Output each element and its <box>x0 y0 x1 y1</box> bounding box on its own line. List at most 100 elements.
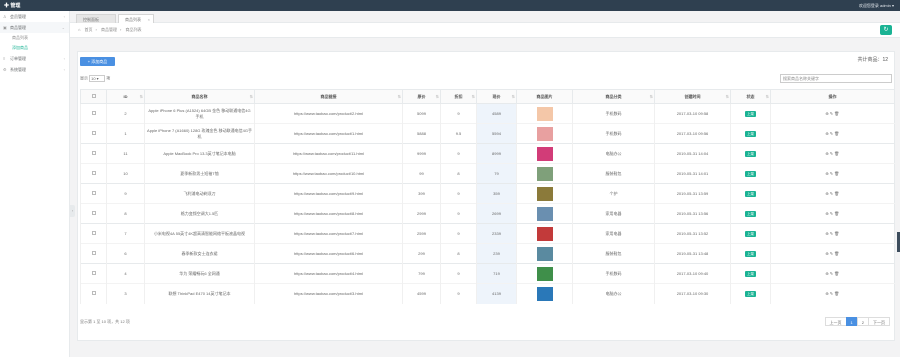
column-header-name[interactable]: 商品名称 <box>144 89 255 104</box>
cell-url: https://www.taobao.com/product/8.html <box>254 203 403 224</box>
product-thumbnail[interactable] <box>536 206 553 221</box>
trash-icon[interactable]: 🗑 <box>834 151 840 156</box>
sidebar-subitem-add-product[interactable]: 添加商品 <box>0 43 69 53</box>
column-header-actions[interactable]: 操作 <box>770 89 895 104</box>
cell-id: 8 <box>106 203 145 224</box>
product-thumbnail[interactable] <box>536 166 553 181</box>
row-checkbox[interactable] <box>91 130 96 135</box>
row-checkbox[interactable] <box>91 290 96 295</box>
chevron-left-icon: ‹ <box>63 56 65 61</box>
table-row[interactable]: 3 联想 ThinkPad E470 14英寸笔记本 https://www.tao… <box>80 283 895 304</box>
pagination-prev[interactable]: 上一页 <box>824 317 847 326</box>
trash-icon[interactable]: 🗑 <box>834 191 840 196</box>
column-header-url[interactable]: 商品链接 <box>254 89 403 104</box>
column-header-price[interactable]: 现价 <box>476 89 517 104</box>
table-row[interactable]: 4 华为 荣耀畅玩6 全网通 https://www.taobao.com/prod… <box>80 263 895 284</box>
cell-id: 6 <box>106 243 145 264</box>
column-header-original-price[interactable]: 原价 <box>402 89 441 104</box>
add-product-button[interactable]: + 添加商品 <box>80 57 115 66</box>
product-thumbnail[interactable] <box>536 126 553 141</box>
tab-product-list[interactable]: 商品列表 × <box>118 14 154 23</box>
cell-original-price: 799 <box>402 263 441 284</box>
cell-price: 8999 <box>476 143 517 164</box>
cell-price: 79 <box>476 163 517 184</box>
table-row[interactable]: 10 夏季新款男士短袖T恤 https://www.taobao.com/produ… <box>80 163 895 184</box>
table-row[interactable]: 8 格力变频空调大1.5匹 https://www.taobao.com/produ… <box>80 203 895 224</box>
cell-name: 华为 荣耀畅玩6 全网通 <box>144 263 255 284</box>
cell-original-price: 2999 <box>402 203 441 224</box>
row-checkbox[interactable] <box>91 250 96 255</box>
row-checkbox[interactable] <box>91 270 96 275</box>
table-row[interactable]: 9 飞利浦电动剃须刀 https://www.taobao.com/product/… <box>80 183 895 204</box>
trash-icon[interactable]: 🗑 <box>834 131 840 136</box>
trash-icon[interactable]: 🗑 <box>834 291 840 296</box>
pagination-next[interactable]: 下一页 <box>868 317 890 326</box>
trash-icon[interactable]: 🗑 <box>834 211 840 216</box>
row-checkbox[interactable] <box>91 150 96 155</box>
table-row[interactable]: 11 Apple MacBook Pro 13.3英寸笔记本电脑 https://w… <box>80 143 895 164</box>
cell-created-time: 2017-03-10 09:30 <box>654 283 731 304</box>
status-badge: 上架 <box>745 230 756 237</box>
row-checkbox[interactable] <box>91 230 96 235</box>
sidebar-item-system[interactable]: ⚙ 系统管理 ‹ <box>0 64 69 75</box>
sidebar-subitem-product-list[interactable]: 商品列表 <box>0 33 69 43</box>
breadcrumb-section[interactable]: 商品管理 <box>101 27 117 32</box>
row-checkbox[interactable] <box>91 210 96 215</box>
cell-status: 上架 <box>730 243 771 264</box>
cell-discount: 8 <box>440 163 477 184</box>
cell-image <box>516 203 573 224</box>
trash-icon[interactable]: 🗑 <box>834 111 840 116</box>
sidebar-item-orders[interactable]: ≡ 订单管理 ‹ <box>0 53 69 64</box>
status-badge: 上架 <box>745 210 756 217</box>
table-row[interactable]: 2 Apple iPhone 6 Plus (A1524) 64GB 金色 移动联… <box>80 103 895 124</box>
product-thumbnail[interactable] <box>536 186 553 201</box>
trash-icon[interactable]: 🗑 <box>834 171 840 176</box>
select-all-checkbox[interactable] <box>91 94 96 98</box>
sidebar-item-products[interactable]: ▣ 商品管理 ⌄ <box>0 22 69 33</box>
row-checkbox[interactable] <box>91 170 96 175</box>
product-thumbnail[interactable] <box>536 246 553 261</box>
cell-discount: 9 <box>440 283 477 304</box>
cell-id: 3 <box>106 283 145 304</box>
column-header-created-time[interactable]: 创建时间 <box>654 89 731 104</box>
product-thumbnail[interactable] <box>536 266 553 281</box>
table-row[interactable]: 1 Apple iPhone 7 (A1660) 128G 玫瑰金色 移动联通电信… <box>80 123 895 144</box>
product-thumbnail[interactable] <box>536 106 553 121</box>
trash-icon[interactable]: 🗑 <box>834 231 840 236</box>
cell-image <box>516 163 573 184</box>
cell-select <box>80 123 107 144</box>
table-row[interactable]: 6 春季新款女士连衣裙 https://www.taobao.com/product… <box>80 243 895 264</box>
product-thumbnail[interactable] <box>536 146 553 161</box>
search-input[interactable]: 搜索商品名称关键字 <box>780 74 892 83</box>
cell-status: 上架 <box>730 123 771 144</box>
page-size-select[interactable]: 10 ▾ <box>89 75 106 82</box>
trash-icon[interactable]: 🗑 <box>834 271 840 276</box>
page-size-prefix: 显示 <box>80 75 88 81</box>
cell-status: 上架 <box>730 163 771 184</box>
cell-url: https://www.taobao.com/product/3.html <box>254 283 403 304</box>
product-thumbnail[interactable] <box>536 226 553 241</box>
cell-price: 4139 <box>476 283 517 304</box>
cell-created-time: 2017-03-10 09:58 <box>654 103 731 124</box>
sidebar-collapse-handle[interactable]: ‹ <box>70 205 75 217</box>
product-thumbnail[interactable] <box>536 286 553 301</box>
table-row[interactable]: 7 小米电视4A 55英寸4K超高清智能网络平板液晶电视 https://www.t… <box>80 223 895 244</box>
column-header-category[interactable]: 商品分类 <box>572 89 655 104</box>
refresh-button[interactable]: ↻ <box>880 25 892 35</box>
column-header-status[interactable]: 状态 <box>730 89 771 104</box>
chevron-down-icon: ⌄ <box>61 25 65 30</box>
column-header-image[interactable]: 商品图片 <box>516 89 573 104</box>
cell-actions: ⊕✎🗑 <box>770 263 895 284</box>
column-header-discount[interactable]: 折扣 <box>440 89 477 104</box>
column-header-id[interactable]: ID <box>106 89 145 104</box>
row-checkbox[interactable] <box>91 110 96 115</box>
cell-actions: ⊕✎🗑 <box>770 243 895 264</box>
cell-select <box>80 223 107 244</box>
user-menu[interactable]: 欢迎您登录 admin ▾ <box>859 3 894 9</box>
trash-icon[interactable]: 🗑 <box>834 251 840 256</box>
breadcrumb-home[interactable]: 首页 <box>85 27 93 32</box>
brand-logo[interactable]: ✚ 管理 <box>4 2 20 9</box>
sidebar-item-members[interactable]: ♙ 会员管理 ‹ <box>0 11 69 22</box>
tab-dashboard[interactable]: 控制面板 <box>76 14 116 23</box>
row-checkbox[interactable] <box>91 190 96 195</box>
